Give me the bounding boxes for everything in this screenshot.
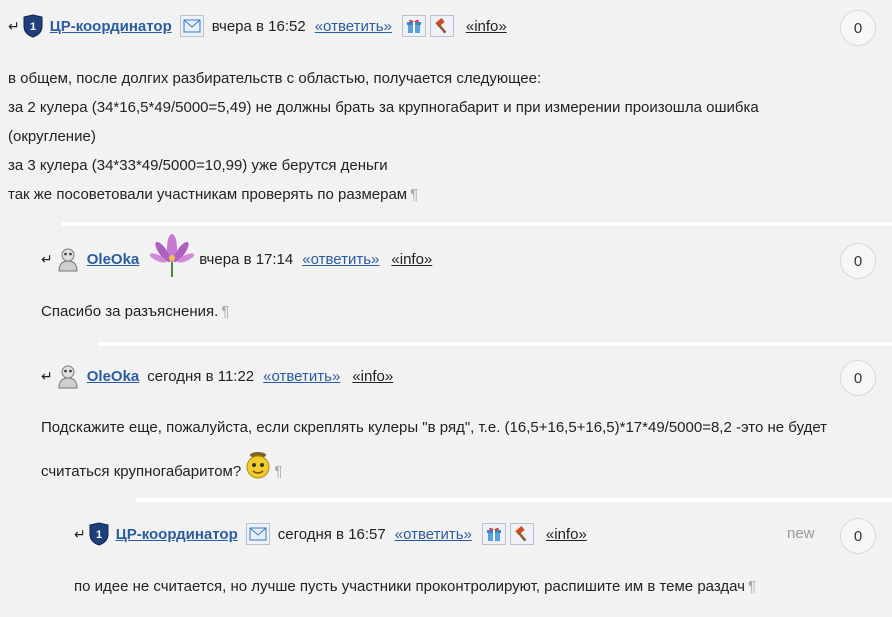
comment-score[interactable]: 0 — [840, 518, 876, 554]
info-link[interactable]: «info» — [546, 526, 587, 543]
comment-header: ↵ 1 ЦР-координатор вчера в 16:52 «ответи… — [8, 13, 507, 39]
comment-line: (округление) — [8, 128, 96, 145]
permalink-pilcrow[interactable]: ¶ — [221, 303, 229, 320]
permalink-pilcrow[interactable]: ¶ — [410, 186, 418, 203]
comment-header: ↵ 1 ЦР-координатор сегодня в 16:57 «отве… — [74, 521, 587, 547]
comment-line: за 2 кулера (34*16,5*49/5000=5,49) не до… — [8, 99, 759, 116]
reply-link[interactable]: «ответить» — [263, 368, 340, 385]
comment-date: вчера в 17:14 — [199, 250, 294, 268]
mail-icon[interactable] — [179, 15, 204, 37]
comment-separator — [62, 222, 892, 226]
comment-header: ↵ OleOka вчера в 17:14 «ответить» «info» — [41, 234, 432, 277]
svg-text:1: 1 — [30, 21, 36, 33]
comment-date: сегодня в 16:57 — [277, 525, 386, 543]
flower-avatar-icon — [149, 232, 195, 278]
permalink-pilcrow[interactable]: ¶ — [748, 578, 756, 595]
info-link[interactable]: «info» — [466, 18, 507, 35]
comment-header: ↵ OleOka сегодня в 11:22 «ответить» «inf… — [41, 363, 393, 389]
user-avatar-icon — [55, 246, 81, 272]
reply-link[interactable]: «ответить» — [315, 18, 392, 35]
reply-link[interactable]: «ответить» — [395, 526, 472, 543]
author-link[interactable]: ЦР-координатор — [50, 18, 172, 35]
reply-link[interactable]: «ответить» — [302, 251, 379, 268]
comment-date: сегодня в 11:22 — [147, 367, 255, 385]
reply-arrow-icon: ↵ — [8, 18, 20, 34]
gift-icon[interactable] — [481, 523, 506, 545]
comment-line: Спасибо за разъяснения. ¶ — [41, 303, 230, 320]
comment-body: Спасибо за разъяснения. ¶ — [41, 297, 229, 326]
coordinator-badge-icon: 1 — [88, 522, 110, 546]
new-label: new — [787, 525, 815, 542]
author-link[interactable]: OleOka — [87, 251, 140, 268]
svg-text:1: 1 — [96, 529, 102, 541]
comment-line: так же посоветовали участникам проверять… — [8, 186, 419, 203]
comment-line: в общем, после долгих разбирательств с о… — [8, 70, 542, 87]
comment-line: за 3 кулера (34*33*49/5000=10,99) уже бе… — [8, 157, 388, 174]
comment-date: вчера в 16:52 — [211, 17, 306, 35]
comment-score[interactable]: 0 — [840, 243, 876, 279]
reply-arrow-icon: ↵ — [41, 251, 53, 267]
user-avatar-icon — [55, 363, 81, 389]
hammer-icon[interactable] — [509, 523, 534, 545]
comment-line: Подскажите еще, пожалуйста, если скрепля… — [41, 419, 828, 436]
comment-line: считаться крупногабаритом? ¶ — [41, 450, 891, 488]
author-link[interactable]: OleOka — [87, 368, 140, 385]
comment-score[interactable]: 0 — [840, 360, 876, 396]
comment-body: в общем, после долгих разбирательств с о… — [8, 64, 888, 209]
reply-arrow-icon: ↵ — [41, 368, 53, 384]
comment-separator — [98, 342, 892, 346]
comment-body: по идее не считается, но лучше пусть уча… — [74, 572, 756, 601]
info-link[interactable]: «info» — [391, 251, 432, 268]
comment-score[interactable]: 0 — [840, 10, 876, 46]
mail-icon[interactable] — [245, 523, 270, 545]
gift-icon[interactable] — [401, 15, 426, 37]
comment-line: по идее не считается, но лучше пусть уча… — [74, 578, 757, 595]
comment-separator — [136, 498, 892, 502]
info-link[interactable]: «info» — [352, 368, 393, 385]
comment-body: Подскажите еще, пожалуйста, если скрепля… — [41, 411, 891, 488]
hammer-icon[interactable] — [429, 15, 454, 37]
smiley-icon — [245, 450, 271, 480]
coordinator-badge-icon: 1 — [22, 14, 44, 38]
reply-arrow-icon: ↵ — [74, 526, 86, 542]
permalink-pilcrow[interactable]: ¶ — [274, 463, 282, 480]
author-link[interactable]: ЦР-координатор — [116, 526, 238, 543]
